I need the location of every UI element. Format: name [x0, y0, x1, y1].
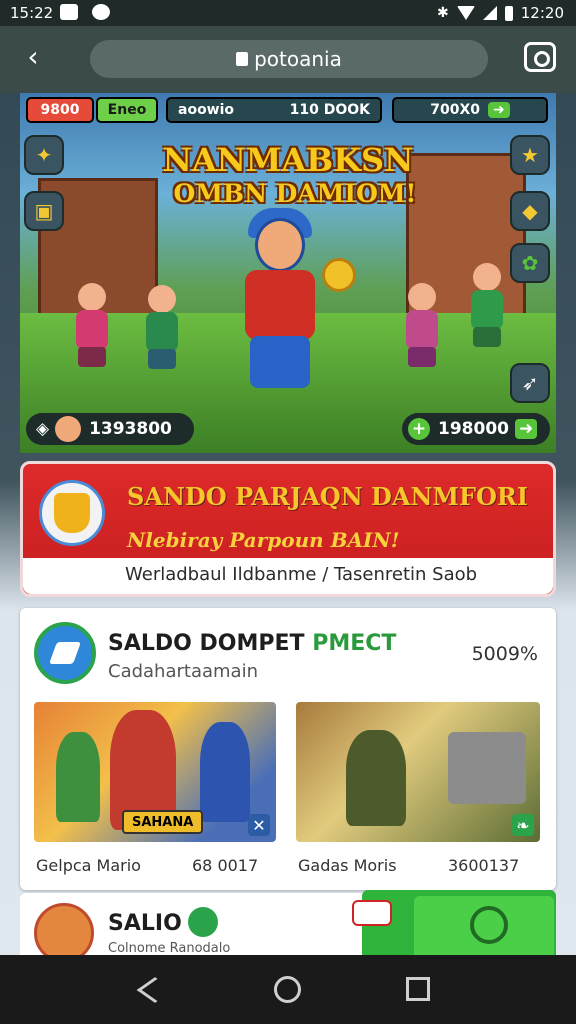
- android-nav-bar: [0, 955, 576, 1024]
- thumbnail-2-value: 3600137: [448, 856, 520, 875]
- second-card-subtitle: Colnome Ranodalo: [108, 941, 231, 955]
- status-icons: ✱ 12:20: [437, 4, 564, 22]
- hero-character: [230, 208, 356, 388]
- player-name: aoowio: [178, 102, 235, 118]
- camera-icon[interactable]: [524, 42, 556, 72]
- browser-toolbar: ‹ potoania: [0, 26, 576, 93]
- thumbnail-tag: SAHANA: [122, 810, 204, 834]
- wallet-title: SALDO DOMPET PMECT: [108, 631, 397, 656]
- promo-title: SANDO PARJAQN DANMFORI: [127, 482, 529, 511]
- level-chip[interactable]: Eneo: [96, 97, 158, 123]
- page-content: 9800 Eneo aoowio 110 DOOK 700X0 ➜ ✦ ▣ ★ …: [0, 93, 576, 955]
- trophy-icon: [39, 480, 105, 546]
- game-thumbnail-2[interactable]: ❧: [296, 702, 540, 842]
- nav-home-icon[interactable]: [274, 976, 301, 1003]
- player-chip[interactable]: aoowio 110 DOOK: [166, 97, 382, 123]
- star-icon[interactable]: ★: [510, 135, 550, 175]
- arrow-right-icon: ➜: [488, 102, 510, 118]
- plus-icon: +: [408, 418, 430, 440]
- character-green: [140, 285, 184, 369]
- message-notification-icon: [92, 4, 110, 20]
- url-text: potoania: [254, 47, 342, 71]
- game-banner[interactable]: 9800 Eneo aoowio 110 DOOK 700X0 ➜ ✦ ▣ ★ …: [20, 93, 556, 453]
- coins-chip[interactable]: 9800: [26, 97, 94, 123]
- back-arrow-icon[interactable]: ‹: [18, 42, 48, 72]
- nav-back-icon[interactable]: [136, 977, 174, 1003]
- rocket-icon[interactable]: ➶: [510, 363, 550, 403]
- nav-recents-icon[interactable]: [406, 977, 430, 1001]
- gold-chip[interactable]: 700X0 ➜: [392, 97, 548, 123]
- bottom-left-value: 1393800: [89, 419, 172, 439]
- bottom-right-chip[interactable]: + 198000 ➜: [402, 413, 550, 445]
- game-title-line2: OMBN DAMIOM!: [173, 179, 417, 208]
- gift-icon[interactable]: ✿: [510, 243, 550, 283]
- promo-banner[interactable]: SANDO PARJAQN DANMFORI Nlebiray Parpoun …: [20, 461, 556, 597]
- treasure-icon[interactable]: ◆: [510, 191, 550, 231]
- shop-icon[interactable]: ✦: [24, 135, 64, 175]
- wifi-icon: [456, 6, 475, 20]
- bottom-right-value: 198000: [438, 419, 509, 439]
- thumbnail-1-value: 68 0017: [192, 856, 259, 875]
- battery-icon: [504, 5, 513, 21]
- promo-subtitle: Nlebiray Parpoun BAIN!: [127, 528, 400, 552]
- character-pink: [70, 283, 114, 367]
- bluetooth-icon: ✱: [437, 5, 449, 21]
- gold-value: 700X0: [430, 102, 481, 118]
- game-title-line1: NANMABKSN: [162, 141, 414, 179]
- green-action-panel[interactable]: [352, 890, 556, 955]
- thumbnail-2-label: Gadas Moris: [298, 856, 397, 875]
- avatar-mini: [55, 416, 82, 442]
- status-time-right: 12:20: [520, 4, 564, 22]
- map-pin-button[interactable]: [414, 896, 554, 955]
- second-card-title: SALIO: [108, 911, 182, 936]
- inventory-icon[interactable]: ▣: [24, 191, 64, 231]
- wallet-percent: 5009%: [471, 643, 538, 665]
- gem-icon: [34, 622, 96, 684]
- gold-coin-icon: [322, 258, 356, 292]
- red-tag-icon: [352, 900, 392, 926]
- signal-icon: [482, 6, 497, 20]
- leaf-icon[interactable]: ❧: [512, 814, 534, 836]
- avatar: [34, 903, 94, 955]
- thumbnail-1-label: Gelpca Mario: [36, 856, 141, 875]
- app-notification-icon: [60, 4, 78, 20]
- wallet-card[interactable]: SALDO DOMPET PMECT Cadahartaamain 5009% …: [20, 608, 556, 890]
- game-thumbnail-1[interactable]: SAHANA ✕: [34, 702, 276, 842]
- player-score: 110 DOOK: [289, 102, 370, 118]
- promo-caption: Werladbaul Ildbanme / Tasenretin Saob: [125, 564, 478, 585]
- character-purple: [400, 283, 444, 367]
- arrow-right-icon: ➜: [514, 419, 538, 439]
- wallet-subtitle: Cadahartaamain: [108, 661, 258, 682]
- address-bar[interactable]: potoania: [90, 40, 488, 78]
- status-bar: 15:22 ✱ 12:20: [0, 0, 576, 26]
- character-green-right: [465, 263, 509, 347]
- status-time: 15:22: [10, 4, 54, 22]
- lock-icon: [236, 52, 249, 66]
- close-icon[interactable]: ✕: [248, 814, 270, 836]
- bottom-left-chip[interactable]: ◈ 1393800: [26, 413, 194, 445]
- badge-icon: [188, 907, 218, 937]
- shield-icon: ◈: [36, 419, 50, 439]
